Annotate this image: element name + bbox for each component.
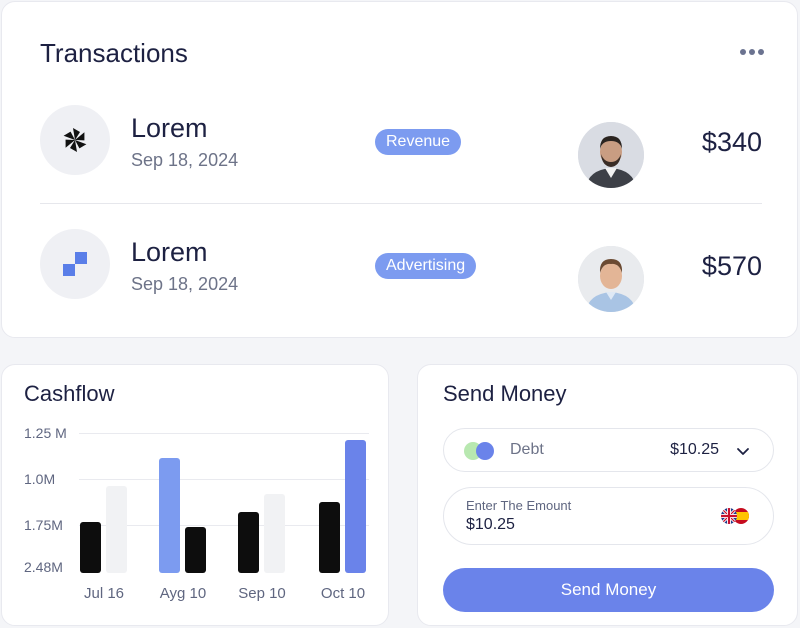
avatar xyxy=(578,122,644,188)
debt-label: Debt xyxy=(510,441,544,458)
steps-icon xyxy=(40,229,110,299)
transaction-name: Lorem xyxy=(131,237,208,267)
transaction-row[interactable]: Lorem Sep 18, 2024 Advertising $570 xyxy=(40,229,762,312)
x-tick-label: Jul 16 xyxy=(83,585,125,602)
amount-label: Enter The Emount xyxy=(466,498,572,513)
transaction-amount: $340 xyxy=(701,127,762,157)
x-tick-label: Oct 10 xyxy=(320,585,366,602)
chart-bar xyxy=(264,493,285,573)
x-tick-label: Sep 10 xyxy=(238,585,286,602)
y-tick-label: 1.25 M xyxy=(24,425,67,441)
amount-input[interactable] xyxy=(466,516,686,534)
gridline xyxy=(79,433,369,434)
category-badge: Advertising xyxy=(375,253,477,279)
chart-bar xyxy=(80,522,101,573)
send-money-card: Send Money Debt $10.25 Enter The Emount xyxy=(417,364,798,626)
transaction-date: Sep 18, 2024 xyxy=(131,274,239,294)
more-options-icon[interactable] xyxy=(737,42,767,62)
transactions-card: Transactions Lorem Sep 18, 2024 Revenue xyxy=(1,1,798,338)
account-toggle-icon xyxy=(464,442,496,460)
x-tick-label: Ayg 10 xyxy=(159,585,207,602)
chart-bar xyxy=(185,527,206,573)
amount-field[interactable]: Enter The Emount xyxy=(443,487,774,545)
send-money-button[interactable]: Send Money xyxy=(443,568,774,612)
debt-value: $10.25 xyxy=(670,441,719,458)
chart-bar xyxy=(319,501,340,573)
category-badge: Revenue xyxy=(375,129,462,155)
chevron-down-icon xyxy=(737,448,749,455)
chart-bar xyxy=(238,511,259,573)
transaction-date: Sep 18, 2024 xyxy=(131,150,239,170)
cashflow-title: Cashflow xyxy=(24,381,115,406)
gridline xyxy=(79,479,369,480)
avatar xyxy=(578,246,644,312)
y-tick-label: 2.48M xyxy=(24,559,63,575)
send-money-title: Send Money xyxy=(443,381,567,406)
divider xyxy=(40,203,762,204)
pinwheel-icon xyxy=(40,105,110,175)
transactions-title: Transactions xyxy=(40,38,188,68)
y-tick-label: 1.75M xyxy=(24,517,63,533)
transaction-row[interactable]: Lorem Sep 18, 2024 Revenue $340 xyxy=(40,105,762,188)
debt-select[interactable]: Debt $10.25 xyxy=(443,428,774,472)
transaction-name: Lorem xyxy=(131,113,208,143)
chart-bar xyxy=(159,458,180,573)
currency-flags-icon[interactable] xyxy=(719,505,751,527)
chart-bar xyxy=(345,440,366,573)
y-tick-label: 1.0M xyxy=(24,471,56,487)
transaction-amount: $570 xyxy=(701,251,762,281)
chart-bar xyxy=(106,486,127,573)
cashflow-card: Cashflow 1.25 M 1.0M 1.75M 2.48M Jul 16 Ayg 1… xyxy=(1,364,389,626)
